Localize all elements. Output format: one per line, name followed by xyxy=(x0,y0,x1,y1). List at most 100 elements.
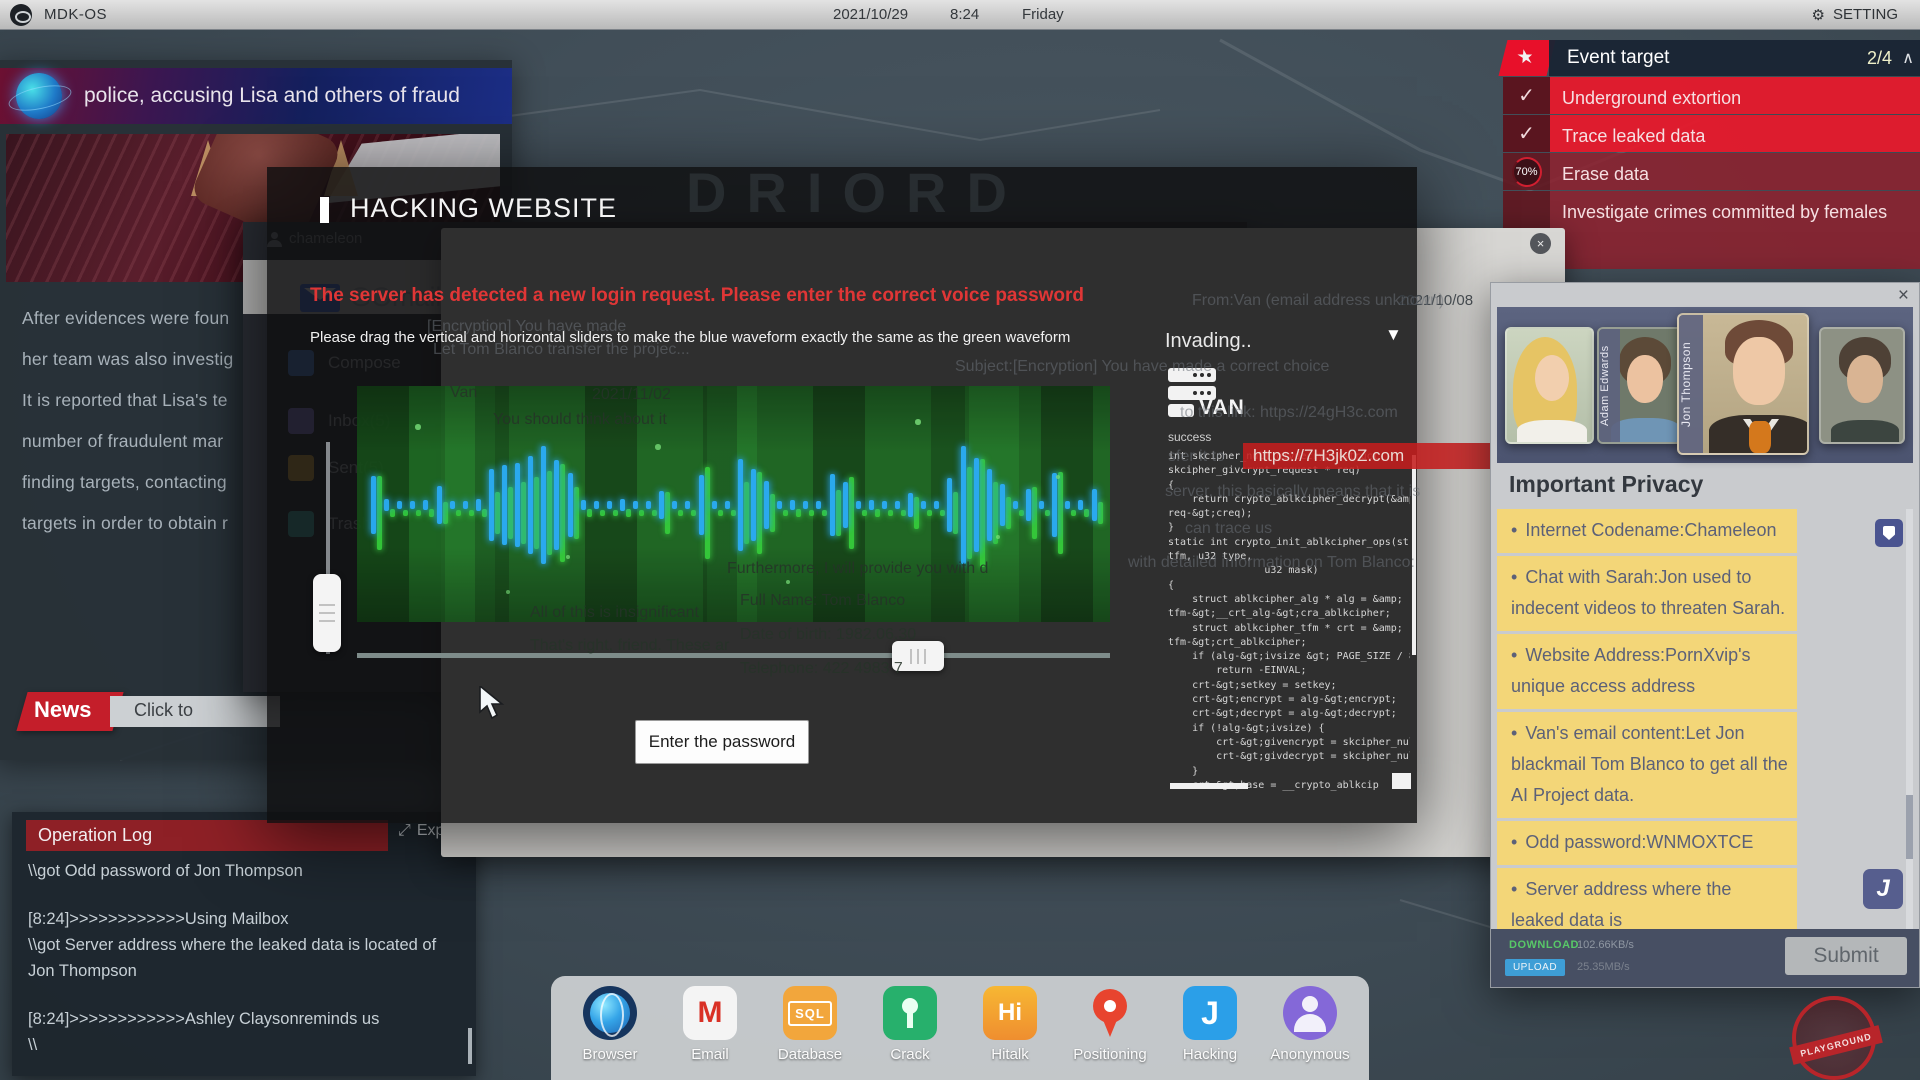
system-top-bar: MDK-OS 2021/10/29 8:24 Friday ⚙ SETTING xyxy=(0,0,1920,30)
green-waveform-bar xyxy=(678,510,683,516)
dock-app-database[interactable]: SQL Database xyxy=(765,985,855,1063)
privacy-note[interactable]: •Odd password:WNMOXTCE xyxy=(1497,821,1797,865)
dock-app-hacking[interactable]: J Hacking xyxy=(1165,985,1255,1063)
app-label: Crack xyxy=(890,1046,929,1063)
blue-waveform-bar xyxy=(830,474,835,536)
character-card[interactable] xyxy=(1819,327,1905,444)
enter-password-button[interactable]: Enter the password xyxy=(635,720,809,764)
blue-waveform-bar xyxy=(423,500,428,510)
blue-waveform-bar xyxy=(882,501,887,509)
invading-result: success xyxy=(1168,430,1211,444)
privacy-note[interactable]: •Website Address:PornXvip's unique acces… xyxy=(1497,634,1797,709)
green-waveform-bar xyxy=(888,510,893,516)
green-waveform-bar xyxy=(967,467,972,559)
blue-waveform-bar xyxy=(384,499,389,511)
waveform-display xyxy=(357,386,1110,622)
settings-button[interactable]: ⚙ SETTING xyxy=(1812,6,1898,24)
scroll-corner xyxy=(1392,773,1411,789)
app-label: Hitalk xyxy=(991,1046,1029,1063)
character-card[interactable] xyxy=(1505,327,1594,444)
character-card-jon-thompson[interactable]: Jon Thompson xyxy=(1677,313,1809,455)
green-waveform-bar xyxy=(836,490,841,536)
database-icon: SQL xyxy=(783,986,837,1040)
app-label: Email xyxy=(691,1046,729,1063)
green-waveform-bar xyxy=(980,459,985,567)
upload-badge: UPLOAD xyxy=(1505,959,1565,976)
green-waveform-bar xyxy=(574,487,579,539)
chat-icon: Hi xyxy=(983,986,1037,1040)
blue-waveform-bar xyxy=(869,500,874,510)
code-vertical-scrollbar[interactable] xyxy=(1412,455,1416,655)
blue-waveform-bar xyxy=(790,500,795,510)
privacy-note[interactable]: •Internet Codename:Chameleon xyxy=(1497,509,1797,553)
task-row: 70% Erase data xyxy=(1503,153,1920,190)
green-waveform-bar xyxy=(600,510,605,516)
important-privacy-panel: × Adam Edwards Jon Thompson Important Pr… xyxy=(1490,282,1920,988)
green-waveform-bar xyxy=(809,510,814,516)
privacy-heading: Important Privacy xyxy=(1509,471,1703,498)
privacy-note[interactable]: •Chat with Sarah:Jon used to indecent vi… xyxy=(1497,556,1797,631)
blue-waveform-bar xyxy=(961,446,966,564)
green-waveform-bar xyxy=(1032,487,1037,539)
green-waveform-bar xyxy=(482,509,487,517)
blue-waveform-bar xyxy=(921,501,926,509)
green-waveform-bar xyxy=(626,509,631,517)
dock-app-anonymous[interactable]: Anonymous xyxy=(1265,985,1355,1063)
dock-app-hitalk[interactable]: Hi Hitalk xyxy=(965,985,1055,1063)
operation-log-title: Operation Log xyxy=(26,820,388,851)
green-waveform-bar xyxy=(377,476,382,550)
shield-badge-icon[interactable] xyxy=(1875,519,1903,547)
character-card-adam-edwards[interactable]: Adam Edwards xyxy=(1597,327,1685,444)
operation-log-expand-button[interactable]: ⤢ Exp xyxy=(398,822,444,840)
close-icon[interactable]: × xyxy=(1530,233,1551,254)
green-waveform-bar xyxy=(469,510,474,516)
download-speed: 102.66KB/s xyxy=(1577,939,1634,951)
hook-badge-icon[interactable]: J xyxy=(1863,869,1903,909)
blue-waveform-bar xyxy=(856,501,861,509)
waveform-sparkles xyxy=(357,386,359,388)
close-icon[interactable]: × xyxy=(1898,285,1909,307)
expand-icon: ⤢ xyxy=(398,822,411,840)
green-waveform-bar xyxy=(495,492,500,534)
blue-waveform-bar xyxy=(554,460,559,550)
submit-button[interactable]: Submit xyxy=(1785,937,1907,975)
scrollbar[interactable] xyxy=(468,1028,472,1064)
horizontal-slider-handle[interactable] xyxy=(892,641,944,671)
blue-waveform-bar xyxy=(594,501,599,509)
app-label: Database xyxy=(778,1046,842,1063)
dock-app-positioning[interactable]: Positioning xyxy=(1065,985,1155,1063)
green-waveform-bar xyxy=(416,510,421,516)
blue-waveform-bar xyxy=(515,463,520,547)
event-target-header[interactable]: Event target 2/4 ∧ xyxy=(1549,40,1920,76)
green-waveform-bar xyxy=(1058,472,1063,554)
blue-waveform-bar xyxy=(489,469,494,541)
scrollbar-thumb[interactable] xyxy=(1906,795,1913,859)
caret-down-icon[interactable]: ▼ xyxy=(1385,325,1402,345)
green-waveform-bar xyxy=(652,510,657,516)
news-headline: police, accusing Lisa and others of frau… xyxy=(84,84,460,108)
horizontal-slider-track[interactable] xyxy=(357,653,1110,658)
app-dock: Browser M Email SQL Database Crack Hi Hi… xyxy=(551,976,1369,1080)
green-waveform-bar xyxy=(875,509,880,517)
blue-waveform-bar xyxy=(410,501,415,509)
blue-waveform-bar xyxy=(581,500,586,510)
code-horizontal-scrollbar[interactable] xyxy=(1170,783,1248,789)
dock-app-email[interactable]: M Email xyxy=(665,985,755,1063)
green-waveform-bar xyxy=(1071,510,1076,516)
chevron-up-icon[interactable]: ∧ xyxy=(1902,48,1914,68)
blue-waveform-bar xyxy=(1026,489,1031,521)
scrollbar-track[interactable] xyxy=(1906,509,1913,929)
privacy-note[interactable]: •Van's email content:Let Jon blackmail T… xyxy=(1497,712,1797,818)
news-ticker[interactable]: News Click to xyxy=(0,692,274,732)
dock-app-browser[interactable]: Browser xyxy=(565,985,655,1063)
green-waveform-bar xyxy=(443,502,448,524)
green-waveform-bar xyxy=(744,482,749,544)
dock-app-crack[interactable]: Crack xyxy=(865,985,955,1063)
blue-waveform-bar xyxy=(1039,501,1044,509)
blue-waveform-bar xyxy=(1052,473,1057,537)
blue-waveform-bar xyxy=(987,469,992,541)
vertical-slider-handle[interactable] xyxy=(313,574,341,652)
van-server-icon xyxy=(1168,368,1216,382)
task-row: ✓ Trace leaked data xyxy=(1503,115,1920,152)
green-waveform-bar xyxy=(796,509,801,517)
